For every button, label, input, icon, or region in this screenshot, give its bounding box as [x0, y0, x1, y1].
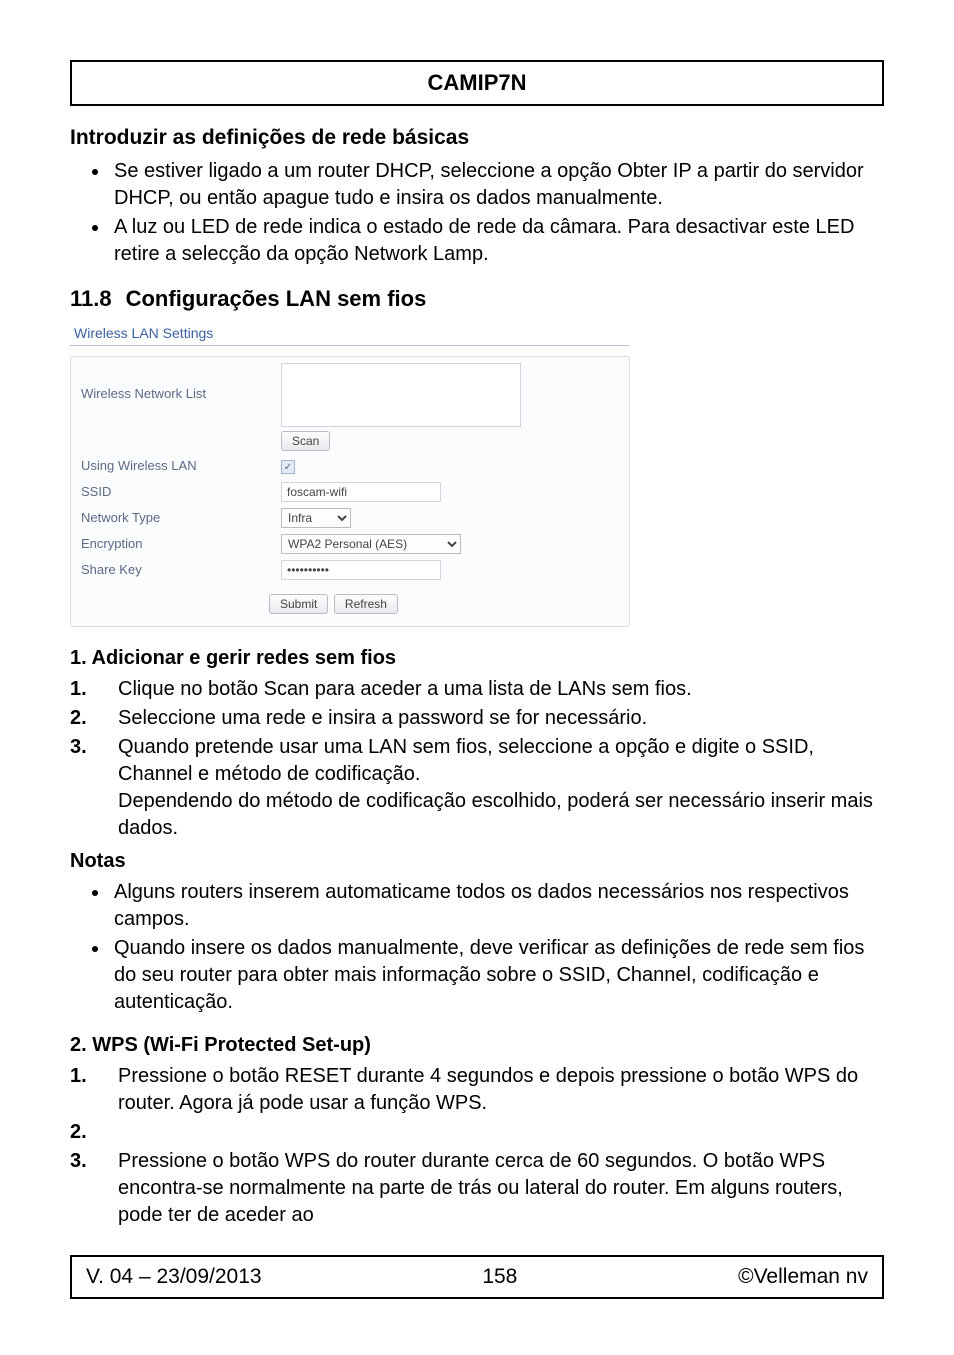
footer-center: 158	[482, 1263, 517, 1291]
screenshot-title: Wireless LAN Settings	[70, 324, 630, 343]
notas-heading: Notas	[70, 848, 884, 875]
step-number: 3.	[70, 734, 118, 842]
ssid-input[interactable]	[281, 482, 441, 502]
step-text	[118, 1119, 884, 1146]
divider	[70, 345, 630, 346]
notas-bullet: Alguns routers inserem automaticame todo…	[110, 879, 884, 933]
sub1-heading: 1. Adicionar e gerir redes sem fios	[70, 645, 884, 672]
intro-list: Se estiver ligado a um router DHCP, sele…	[70, 158, 884, 268]
page-footer: V. 04 – 23/09/2013 158 ©Velleman nv	[70, 1255, 884, 1299]
section-heading: 11.8 Configurações LAN sem fios	[70, 284, 884, 314]
label-network-list: Wireless Network List	[81, 363, 281, 403]
notas-list: Alguns routers inserem automaticame todo…	[70, 879, 884, 1016]
wlan-settings-screenshot: Wireless LAN Settings Wireless Network L…	[70, 324, 630, 627]
step-number: 1.	[70, 676, 118, 703]
sub1-steps: 1.Clique no botão Scan para aceder a uma…	[70, 676, 884, 842]
sub2-steps: 1.Pressione o botão RESET durante 4 segu…	[70, 1063, 884, 1229]
label-network-type: Network Type	[81, 509, 281, 527]
step-text: Quando pretende usar uma LAN sem fios, s…	[118, 734, 884, 842]
intro-bullet: A luz ou LED de rede indica o estado de …	[110, 214, 884, 268]
submit-button[interactable]: Submit	[269, 594, 328, 614]
step-text: Clique no botão Scan para aceder a uma l…	[118, 676, 884, 703]
footer-left: V. 04 – 23/09/2013	[86, 1263, 262, 1291]
notas-bullet: Quando insere os dados manualmente, deve…	[110, 935, 884, 1016]
section-number: 11.8	[70, 284, 112, 314]
footer-right: ©Velleman nv	[738, 1263, 868, 1291]
label-ssid: SSID	[81, 483, 281, 501]
share-key-input[interactable]	[281, 560, 441, 580]
refresh-button[interactable]: Refresh	[334, 594, 398, 614]
step-text: Pressione o botão WPS do router durante …	[118, 1148, 884, 1229]
sub2-heading: 2. WPS (Wi-Fi Protected Set-up)	[70, 1032, 884, 1059]
page-header: CAMIP7N	[70, 60, 884, 106]
section-title: Configurações LAN sem fios	[126, 284, 427, 314]
intro-bullet: Se estiver ligado a um router DHCP, sele…	[110, 158, 884, 212]
using-wlan-checkbox[interactable]: ✓	[281, 460, 295, 474]
scan-button[interactable]: Scan	[281, 431, 330, 451]
label-share-key: Share Key	[81, 561, 281, 579]
step-number: 2.	[70, 1119, 118, 1146]
step-text: Pressione o botão RESET durante 4 segund…	[118, 1063, 884, 1117]
step-number: 1.	[70, 1063, 118, 1117]
step-text: Seleccione uma rede e insira a password …	[118, 705, 884, 732]
network-type-select[interactable]: Infra	[281, 508, 351, 528]
screenshot-body: Wireless Network List Scan Using Wireles…	[70, 356, 630, 627]
step-number: 3.	[70, 1148, 118, 1229]
network-list-box[interactable]	[281, 363, 521, 427]
label-encryption: Encryption	[81, 535, 281, 553]
label-using-wlan: Using Wireless LAN	[81, 457, 281, 475]
encryption-select[interactable]: WPA2 Personal (AES)	[281, 534, 461, 554]
step-number: 2.	[70, 705, 118, 732]
intro-heading: Introduzir as definições de rede básicas	[70, 124, 884, 152]
